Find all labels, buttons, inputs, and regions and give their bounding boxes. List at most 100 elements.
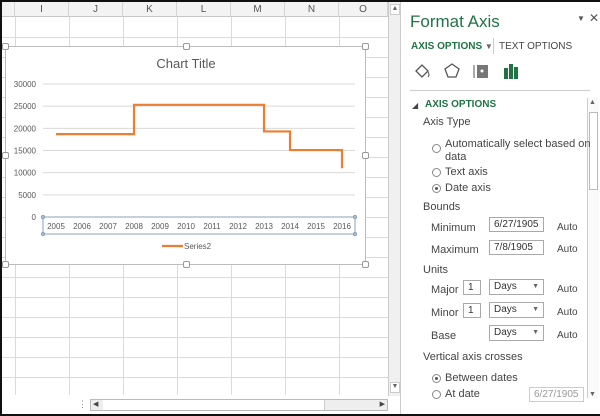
chevron-down-icon: ▼	[532, 329, 539, 336]
pane-title: Format Axis	[410, 12, 500, 31]
x-tick-label: 2015	[307, 222, 325, 231]
x-tick-label: 2012	[229, 222, 247, 231]
at-date-input[interactable]: 6/27/1905	[529, 387, 584, 402]
maximum-input[interactable]: 7/8/1905	[489, 240, 544, 255]
column-header-k[interactable]: K	[123, 2, 177, 17]
x-tick-label: 2016	[333, 222, 351, 231]
resize-handle[interactable]	[2, 261, 9, 268]
x-tick-label: 2013	[255, 222, 273, 231]
sheet-tab-splitter[interactable]: ⋮	[78, 399, 87, 410]
scroll-down-icon[interactable]: ▼	[390, 382, 400, 393]
close-icon[interactable]: ✕	[589, 11, 599, 25]
resize-handle[interactable]	[362, 43, 369, 50]
tab-text-options[interactable]: TEXT OPTIONS	[499, 41, 572, 52]
y-tick-label: 20000	[14, 124, 37, 133]
corner-header	[2, 2, 15, 17]
text-axis-label: Text axis	[445, 166, 488, 178]
base-unit-value: Days	[494, 327, 517, 338]
scroll-left-icon[interactable]: ◀	[93, 400, 98, 408]
grid-line	[2, 377, 388, 378]
y-tick-label: 30000	[14, 80, 37, 89]
format-axis-pane: Format Axis ▼ ✕ AXIS OPTIONS ▼ TEXT OPTI…	[400, 2, 600, 414]
grid-line	[2, 297, 388, 298]
horizontal-scroll-thumb[interactable]	[103, 400, 325, 410]
grid-line	[2, 317, 388, 318]
resize-handle[interactable]	[183, 43, 190, 50]
resize-handle[interactable]	[2, 43, 9, 50]
fill-line-icon[interactable]	[413, 62, 431, 80]
chart[interactable]: Chart Title 0 5000 10000 15000 20000 25000 3000…	[2, 43, 369, 268]
column-header-l[interactable]: L	[177, 2, 231, 17]
auto-select-label: Automatically select based on	[445, 138, 591, 150]
collapse-icon[interactable]: ◢	[412, 101, 418, 110]
bounds-label: Bounds	[423, 201, 461, 213]
y-tick-label: 15000	[14, 147, 37, 156]
x-tick-label: 2008	[125, 222, 143, 231]
y-tick-label: 25000	[14, 102, 37, 111]
scroll-up-icon[interactable]: ▲	[390, 4, 400, 15]
tab-axis-options[interactable]: AXIS OPTIONS ▼	[411, 41, 493, 52]
chevron-down-icon: ▼	[484, 42, 493, 51]
x-tick-label: 2006	[73, 222, 91, 231]
column-header-n[interactable]: N	[285, 2, 339, 17]
radio-at-date[interactable]	[432, 390, 441, 399]
minimum-label: Minimum	[431, 222, 476, 234]
scroll-right-icon[interactable]: ▶	[380, 400, 385, 408]
vertical-scrollbar[interactable]: ▲ ▼	[388, 2, 400, 396]
y-tick-label: 10000	[14, 169, 37, 178]
resize-handle[interactable]	[183, 261, 190, 268]
between-dates-label: Between dates	[445, 372, 518, 384]
major-input[interactable]: 1	[463, 280, 481, 295]
tab-label: AXIS OPTIONS	[411, 41, 483, 52]
minor-label: Minor	[431, 307, 459, 319]
chart-plot: Chart Title 0 5000 10000 15000 20000 25000 3000…	[14, 56, 358, 251]
column-header-i[interactable]: I	[15, 2, 69, 17]
major-auto: Auto	[557, 284, 578, 295]
major-label: Major	[431, 284, 459, 296]
maximum-label: Maximum	[431, 244, 479, 256]
minor-unit-value: Days	[494, 304, 517, 315]
pane-options-dropdown-icon[interactable]: ▼	[577, 14, 585, 23]
radio-text-axis[interactable]	[432, 168, 441, 177]
major-unit-value: Days	[494, 281, 517, 292]
vertical-axis-crosses-label: Vertical axis crosses	[423, 351, 523, 363]
grid-line	[2, 357, 388, 358]
resize-handle[interactable]	[362, 152, 369, 159]
radio-date-axis[interactable]	[432, 184, 441, 193]
minimum-auto: Auto	[557, 222, 578, 233]
axis-selection-handle	[40, 231, 46, 237]
chevron-down-icon: ▼	[532, 283, 539, 290]
section-axis-options[interactable]: AXIS OPTIONS	[425, 99, 496, 110]
minor-input[interactable]: 1	[463, 303, 481, 318]
axis-selection-handle	[352, 231, 358, 237]
axis-type-label: Axis Type	[423, 116, 471, 128]
radio-between-dates[interactable]	[432, 374, 441, 383]
column-header-j[interactable]: J	[69, 2, 123, 17]
major-unit-dropdown[interactable]: Days ▼	[489, 279, 544, 295]
axis-options-icon[interactable]	[502, 62, 520, 80]
units-label: Units	[423, 264, 449, 276]
column-header-o[interactable]: O	[339, 2, 388, 17]
minimum-input[interactable]: 6/27/1905	[489, 217, 544, 232]
scroll-down-icon[interactable]: ▼	[589, 391, 596, 398]
resize-handle[interactable]	[2, 152, 9, 159]
legend-label: Series2	[184, 242, 212, 251]
resize-handle[interactable]	[362, 261, 369, 268]
at-date-label: At date	[445, 388, 480, 400]
base-unit-dropdown[interactable]: Days ▼	[489, 325, 544, 341]
minor-auto: Auto	[557, 307, 578, 318]
scroll-thumb[interactable]	[589, 112, 598, 190]
auto-select-label-2: data	[445, 151, 467, 163]
divider	[410, 90, 590, 91]
radio-auto-select[interactable]	[432, 144, 441, 153]
horizontal-scrollbar[interactable]: ◀ ▶	[90, 399, 388, 411]
axis-selection-handle	[40, 214, 46, 220]
grid-line	[2, 337, 388, 338]
scroll-up-icon[interactable]: ▲	[589, 99, 596, 106]
effects-icon[interactable]	[443, 62, 461, 80]
spreadsheet-area: I J K L M N O ▲ ▼ ⋮ ◀ ▶ Chart Title 0 5000…	[2, 2, 400, 414]
column-header-m[interactable]: M	[231, 2, 285, 17]
chart-title: Chart Title	[156, 56, 215, 71]
size-properties-icon[interactable]	[472, 62, 490, 80]
minor-unit-dropdown[interactable]: Days ▼	[489, 302, 544, 318]
